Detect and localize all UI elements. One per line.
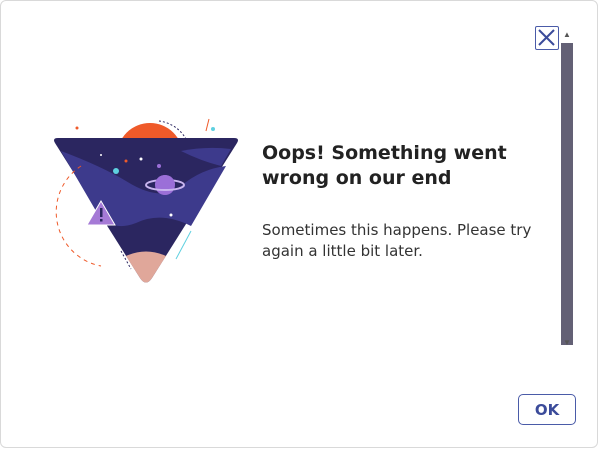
- ok-button[interactable]: OK: [518, 394, 576, 425]
- close-icon: [538, 29, 555, 46]
- close-button[interactable]: [535, 26, 559, 50]
- dialog-message: Sometimes this happens. Please try again…: [262, 221, 532, 260]
- space-error-illustration: [54, 118, 238, 283]
- scroll-down-arrow-icon[interactable]: ▼: [561, 337, 573, 349]
- dialog-title: Oops! Something went wrong on our end: [262, 142, 507, 189]
- scroll-thumb[interactable]: [561, 43, 573, 345]
- error-dialog: ▲ ▼ Oops! Something went wrong on our en…: [0, 0, 598, 448]
- scroll-up-arrow-icon[interactable]: ▲: [561, 29, 573, 41]
- scrollbar[interactable]: ▲ ▼: [561, 29, 573, 347]
